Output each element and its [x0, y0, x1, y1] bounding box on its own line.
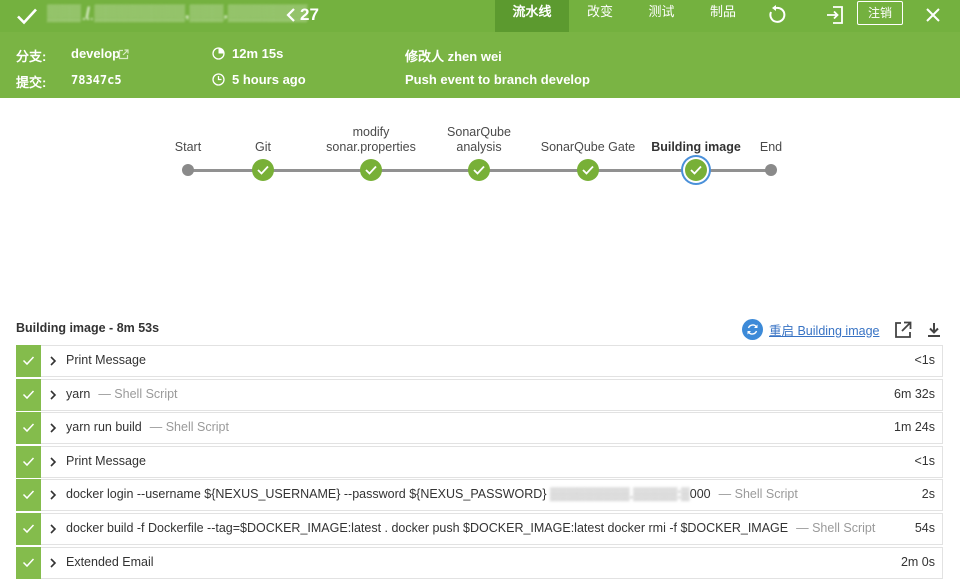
check-icon [257, 165, 269, 175]
check-icon [582, 165, 594, 175]
tab-bar: 流水线 改变 测试 制品 [495, 0, 754, 32]
commit-label: 提交: [16, 75, 47, 90]
commit-hash[interactable]: 78347c5 [71, 73, 122, 87]
step-text: docker build -f Dockerfile --tag=$DOCKER… [66, 520, 876, 535]
step-status [16, 378, 41, 411]
step-duration: <1s [914, 453, 935, 468]
check-icon [22, 457, 35, 466]
tab-tests[interactable]: 测试 [631, 0, 692, 32]
chevron-right-icon[interactable] [49, 422, 57, 434]
stage-node-modify[interactable] [360, 159, 382, 181]
step-status [16, 412, 41, 445]
check-icon [22, 390, 35, 399]
step-text: Print Message [66, 453, 146, 468]
step-row[interactable]: yarn — Shell Script 6m 32s [16, 378, 943, 411]
restart-icon [742, 318, 763, 340]
job-path[interactable]: ▒▒▒ / ▒▒▒▒▒▒▒▒.▒▒▒.▒▒▒▒▒▒▒ [47, 5, 307, 23]
step-row[interactable]: docker build -f Dockerfile --tag=$DOCKER… [16, 512, 943, 545]
chevron-right-icon[interactable] [49, 456, 57, 468]
rerun-icon[interactable] [765, 4, 787, 26]
step-row[interactable]: Extended Email 2m 0s [16, 546, 943, 579]
chevron-left-icon[interactable] [284, 5, 298, 25]
branch-link[interactable]: develop [71, 46, 120, 61]
stage-label-modify[interactable]: modify sonar.properties [326, 125, 416, 155]
step-text: yarn run build — Shell Script [66, 420, 229, 435]
run-number: 27 [300, 5, 319, 24]
restart-label[interactable]: 重启 Building image [769, 320, 879, 339]
trigger-cause: Push event to branch develop [405, 72, 590, 87]
stage-label-git[interactable]: Git [255, 140, 271, 155]
step-duration: <1s [914, 353, 935, 367]
step-duration: 2s [921, 487, 935, 502]
step-status [16, 345, 41, 377]
stage-node-building-image[interactable] [685, 159, 707, 181]
step-duration: 6m 32s [894, 386, 935, 401]
step-duration: 1m 24s [894, 420, 935, 435]
clock-icon [212, 73, 225, 86]
exit-icon[interactable] [824, 4, 846, 26]
chevron-right-icon[interactable] [49, 523, 57, 535]
tab-changes[interactable]: 改变 [569, 0, 631, 32]
stage-node-end [765, 164, 777, 176]
step-list: Print Message <1s yarn — Shell Script 6m … [16, 345, 943, 580]
check-icon [365, 165, 377, 175]
stage-label-sonar-analysis[interactable]: SonarQube analysis [447, 125, 511, 155]
check-icon [22, 356, 35, 366]
stage-node-sonar-analysis[interactable] [468, 159, 490, 181]
tab-pipeline[interactable]: 流水线 [495, 0, 569, 32]
open-external-icon[interactable] [893, 320, 913, 340]
stage-label-end: End [759, 140, 783, 154]
step-row[interactable]: yarn run build — Shell Script 1m 24s [16, 412, 943, 445]
started-time: 5 hours ago [232, 72, 306, 87]
chevron-right-icon[interactable] [49, 389, 57, 401]
stage-node-git[interactable] [252, 159, 274, 181]
stage-node-sonar-gate[interactable] [577, 159, 599, 181]
chevron-right-icon[interactable] [49, 355, 57, 367]
step-duration: 2m 0s [900, 554, 935, 569]
duration-icon [212, 47, 225, 60]
stage-node-start [182, 164, 194, 176]
step-text: docker login --username ${NEXUS_USERNAME… [66, 487, 798, 502]
restart-stage-button[interactable]: 重启 Building image [742, 318, 879, 340]
branch-label: 分支: [16, 49, 47, 64]
step-status [16, 546, 41, 579]
close-icon[interactable] [922, 4, 944, 26]
chevron-right-icon[interactable] [49, 557, 57, 569]
step-row[interactable]: docker login --username ${NEXUS_USERNAME… [16, 479, 943, 512]
download-icon[interactable] [924, 320, 944, 340]
success-check-icon [17, 8, 37, 25]
check-icon [22, 423, 35, 433]
external-link-icon[interactable] [118, 49, 129, 60]
check-icon [22, 490, 35, 500]
changed-by: 修改人 zhen wei [405, 49, 502, 64]
duration: 12m 15s [232, 46, 284, 61]
pipeline-graph: Start Git modify sonar.properties SonarQ… [0, 98, 960, 308]
top-bar: ▒▒▒ / ▒▒▒▒▒▒▒▒.▒▒▒.▒▒▒▒▒▒▒ 27 流水线 改变 测试 … [0, 0, 960, 32]
step-duration: 54s [914, 520, 935, 535]
step-status [16, 445, 41, 478]
log-title: Building image - 8m 53s [16, 321, 160, 335]
step-text: yarn — Shell Script [66, 386, 178, 401]
step-text: Extended Email [66, 554, 154, 569]
check-icon [690, 165, 702, 175]
logout-button[interactable]: 注销 [857, 1, 903, 25]
stage-label-sonar-gate[interactable]: SonarQube Gate [541, 140, 636, 155]
run-info: 分支: develop 提交: 78347c5 12m 15s 5 hours … [0, 32, 960, 98]
stage-label-start: Start [174, 140, 202, 154]
check-icon [22, 524, 35, 534]
check-icon [473, 165, 485, 175]
step-row[interactable]: Print Message <1s [16, 345, 943, 377]
tab-artifacts[interactable]: 制品 [692, 0, 754, 32]
step-row[interactable]: Print Message <1s [16, 445, 943, 478]
step-status [16, 479, 41, 512]
step-status [16, 512, 41, 545]
chevron-right-icon[interactable] [49, 489, 57, 501]
check-icon [22, 558, 35, 567]
stage-label-building-image[interactable]: Building image [651, 140, 741, 155]
step-text: Print Message [66, 353, 146, 367]
